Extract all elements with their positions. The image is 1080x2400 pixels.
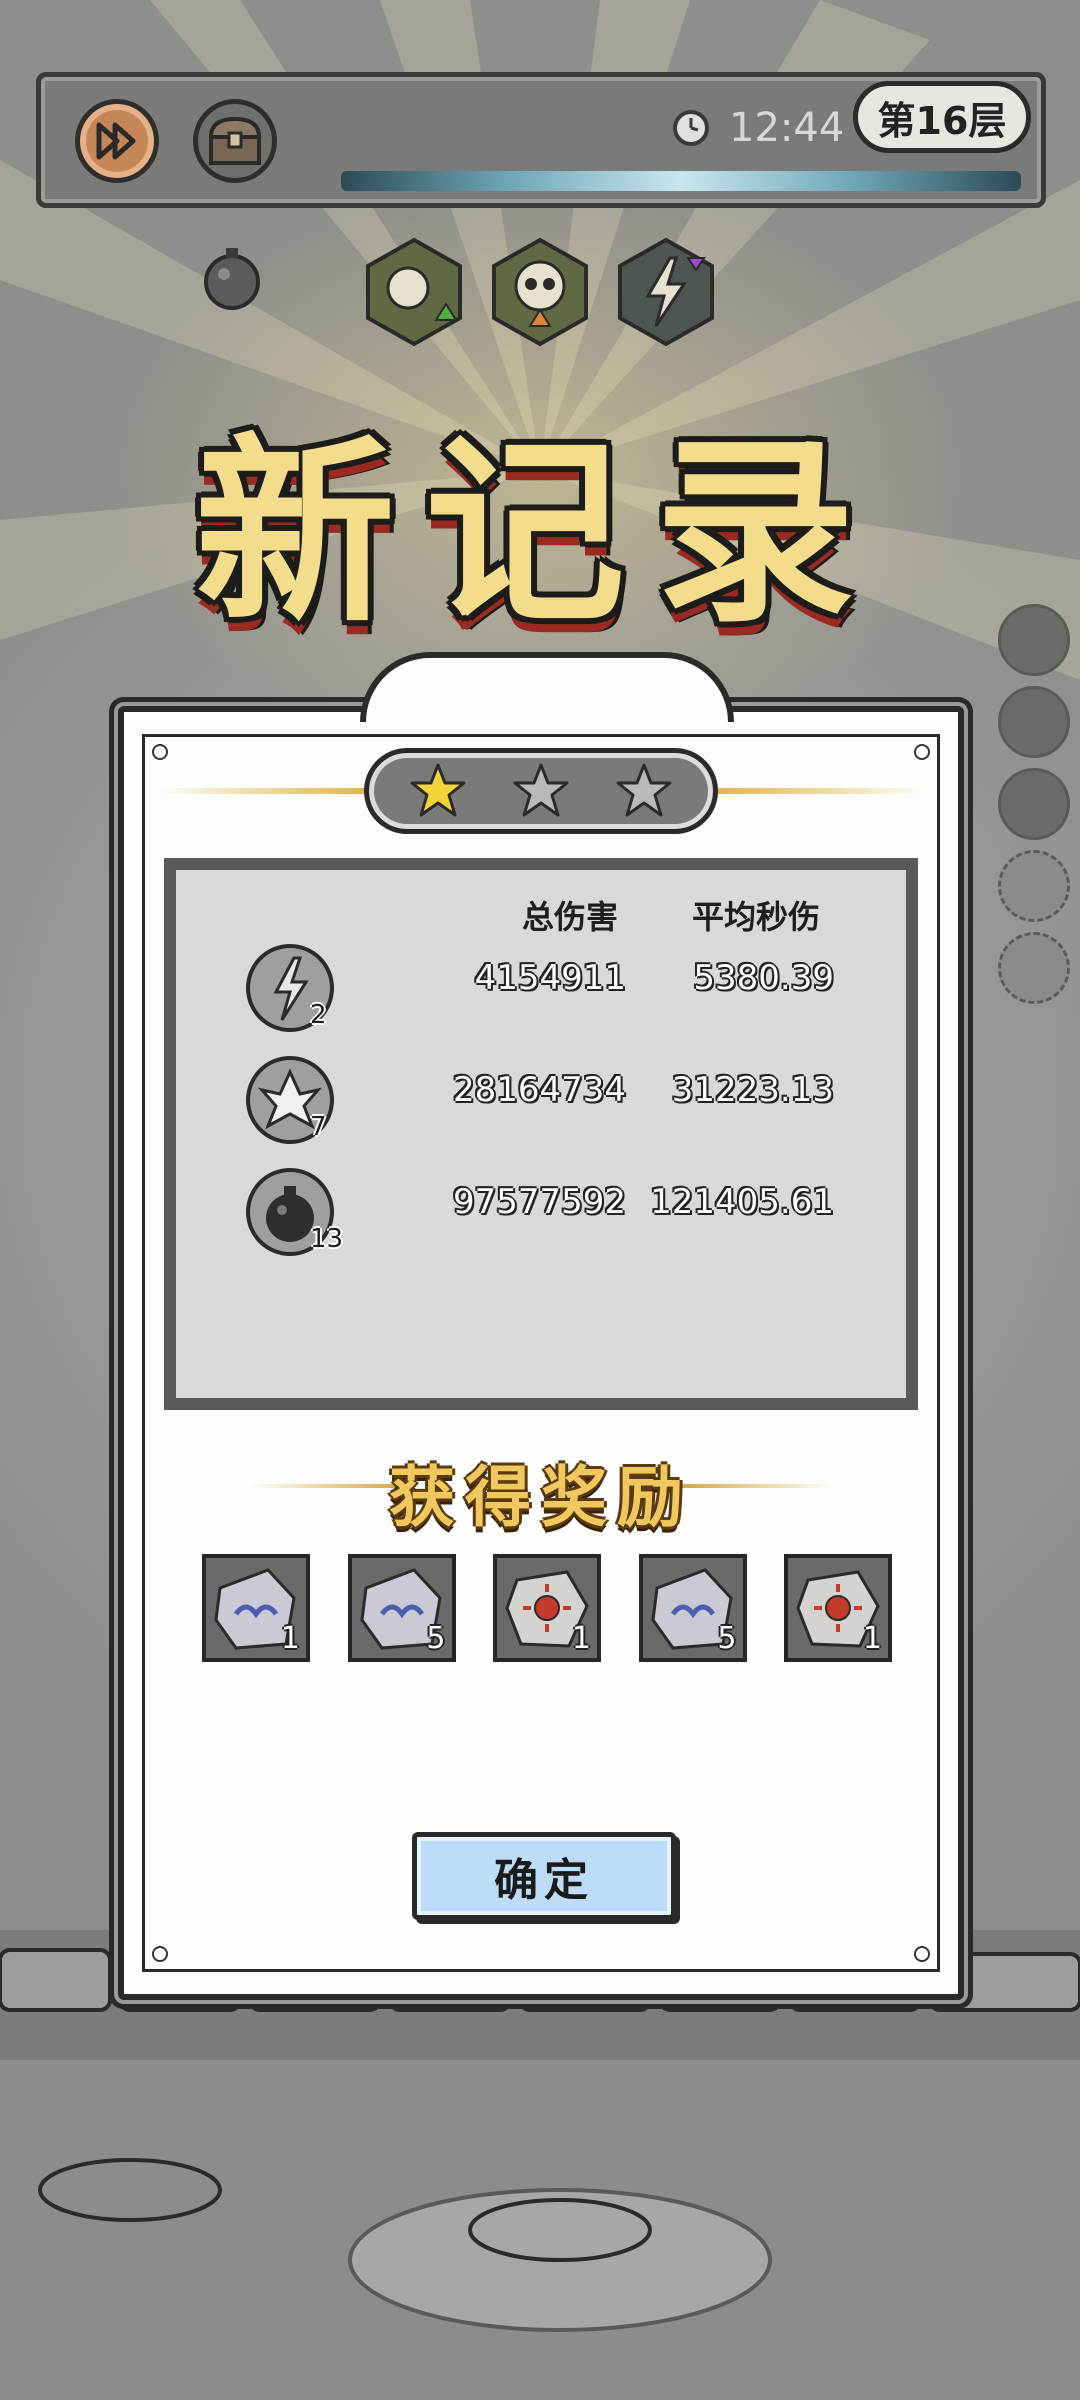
reward-count: 1 [280, 1621, 300, 1656]
damage-stats: 总伤害 平均秒伤 2 4154911 5380.39 7 28164734 31… [164, 858, 918, 1410]
side-slot [998, 686, 1070, 758]
side-skill-slots [998, 604, 1078, 1014]
side-slot [998, 850, 1070, 922]
reward-item[interactable]: 1 [493, 1554, 601, 1662]
star-icon-empty [616, 763, 672, 817]
top-hud: 12:44 第16层 [36, 72, 1046, 208]
reward-item[interactable]: 5 [347, 1554, 456, 1662]
confirm-button[interactable]: 确定 [412, 1832, 676, 1920]
timer: 12:44 [671, 105, 844, 151]
reward-item[interactable]: 1 [784, 1554, 892, 1662]
side-slot [998, 932, 1070, 1004]
reward-count: 1 [862, 1621, 882, 1656]
floor-badge: 第16层 [853, 81, 1031, 153]
star-icon-filled [410, 763, 466, 817]
star-rating [364, 748, 718, 834]
corner-rivet [152, 1946, 168, 1962]
chest-icon [208, 116, 262, 165]
divider-line [708, 788, 928, 794]
skill-level: 13 [310, 1224, 344, 1254]
clock-icon [673, 110, 709, 146]
skill-level: 2 [310, 1000, 327, 1030]
reward-item[interactable]: 5 [638, 1554, 747, 1662]
side-slot [998, 604, 1070, 676]
skill-level: 7 [310, 1112, 327, 1142]
stats-row: 7 28164734 31223.13 [176, 1056, 906, 1156]
side-slot [998, 768, 1070, 840]
avg-dps-value: 31223.13 [671, 1070, 834, 1110]
panel-arch [360, 652, 734, 722]
bomb-icon [204, 248, 260, 310]
total-damage-value: 4154911 [474, 958, 626, 998]
corner-rivet [914, 1946, 930, 1962]
reward-count: 5 [717, 1621, 737, 1656]
new-record-title: 新记录 [194, 415, 885, 650]
reward-list: 1 5 1 5 1 [202, 1554, 892, 1662]
result-panel: 总伤害 平均秒伤 2 4154911 5380.39 7 28164734 31… [118, 652, 964, 2000]
star-icon-empty [513, 763, 569, 817]
stats-row: 13 97577592 121405.61 [176, 1168, 906, 1268]
skull-up-icon[interactable] [488, 236, 592, 348]
divider-line [154, 788, 374, 794]
reward-count: 1 [571, 1621, 591, 1656]
fist-up-icon[interactable] [362, 236, 466, 348]
reward-count: 5 [426, 1621, 446, 1656]
avg-dps-value: 5380.39 [693, 958, 834, 998]
energy-bar [341, 171, 1021, 191]
avg-dps-value: 121405.61 [650, 1182, 834, 1222]
header-avg-dps: 平均秒伤 [692, 898, 821, 936]
fast-forward-button[interactable] [75, 99, 159, 183]
corner-rivet [152, 744, 168, 760]
total-damage-value: 97577592 [452, 1182, 626, 1222]
timer-text: 12:44 [729, 105, 845, 151]
header-total-damage: 总伤害 [522, 898, 619, 936]
rewards-title: 获得奖励 [389, 1458, 693, 1536]
stats-row: 2 4154911 5380.39 [176, 944, 906, 1044]
total-damage-value: 28164734 [452, 1070, 626, 1110]
lightning-down-icon[interactable] [614, 236, 718, 348]
chest-button[interactable] [193, 99, 277, 183]
fast-forward-icon [96, 122, 136, 160]
reward-item[interactable]: 1 [202, 1554, 310, 1662]
corner-rivet [914, 744, 930, 760]
